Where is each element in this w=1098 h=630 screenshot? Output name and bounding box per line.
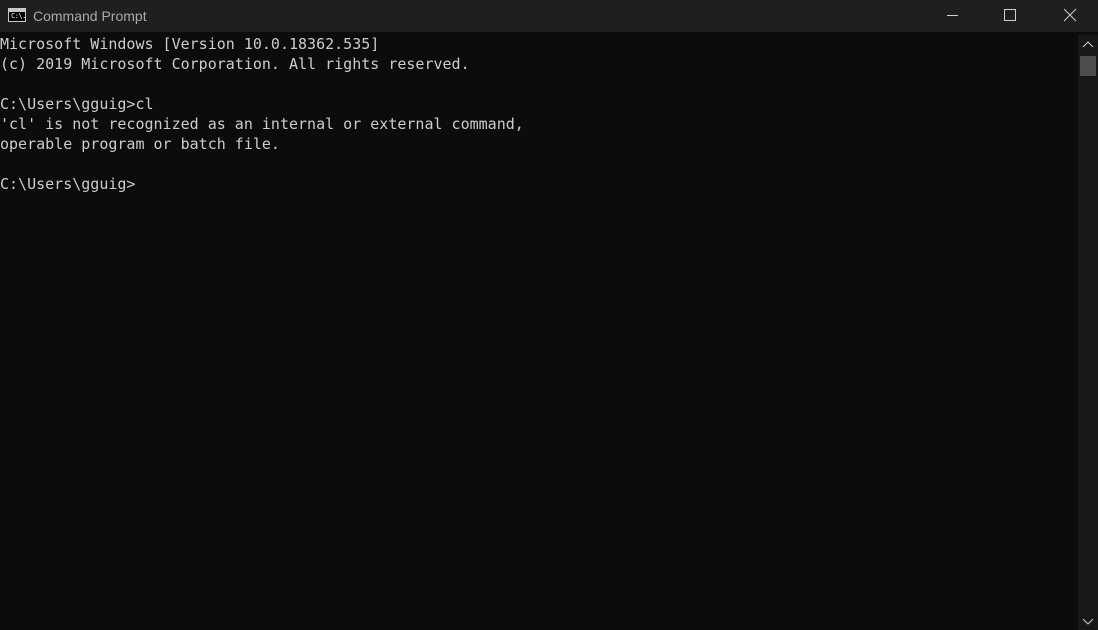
command-prompt-window: C:\. Command Prompt Microsoft Windows [V… [0,0,1098,630]
console-output[interactable]: Microsoft Windows [Version 10.0.18362.53… [0,34,1078,630]
close-button[interactable] [1040,0,1098,32]
console-prompt-line: C:\Users\gguig> [0,175,136,193]
vertical-scrollbar[interactable] [1078,34,1098,630]
console-line: Microsoft Windows [Version 10.0.18362.53… [0,35,380,53]
cmd-icon[interactable]: C:\. [8,8,26,22]
cmd-icon-glyph: C:\. [11,12,26,20]
console-line: operable program or batch file. [0,135,280,153]
scroll-up-arrow-icon[interactable] [1082,40,1094,48]
scrollbar-thumb[interactable] [1080,56,1096,76]
close-icon [1063,8,1077,22]
console-line: (c) 2019 Microsoft Corporation. All righ… [0,55,470,73]
window-title: Command Prompt [33,8,147,24]
console-line: C:\Users\gguig>cl [0,95,154,113]
maximize-button[interactable] [981,0,1039,32]
minimize-icon [947,15,958,16]
title-bar[interactable]: C:\. Command Prompt [0,0,1098,32]
minimize-button[interactable] [923,0,981,32]
console-line: 'cl' is not recognized as an internal or… [0,115,524,133]
scroll-down-arrow-icon[interactable] [1082,618,1094,626]
maximize-icon [1004,9,1016,21]
